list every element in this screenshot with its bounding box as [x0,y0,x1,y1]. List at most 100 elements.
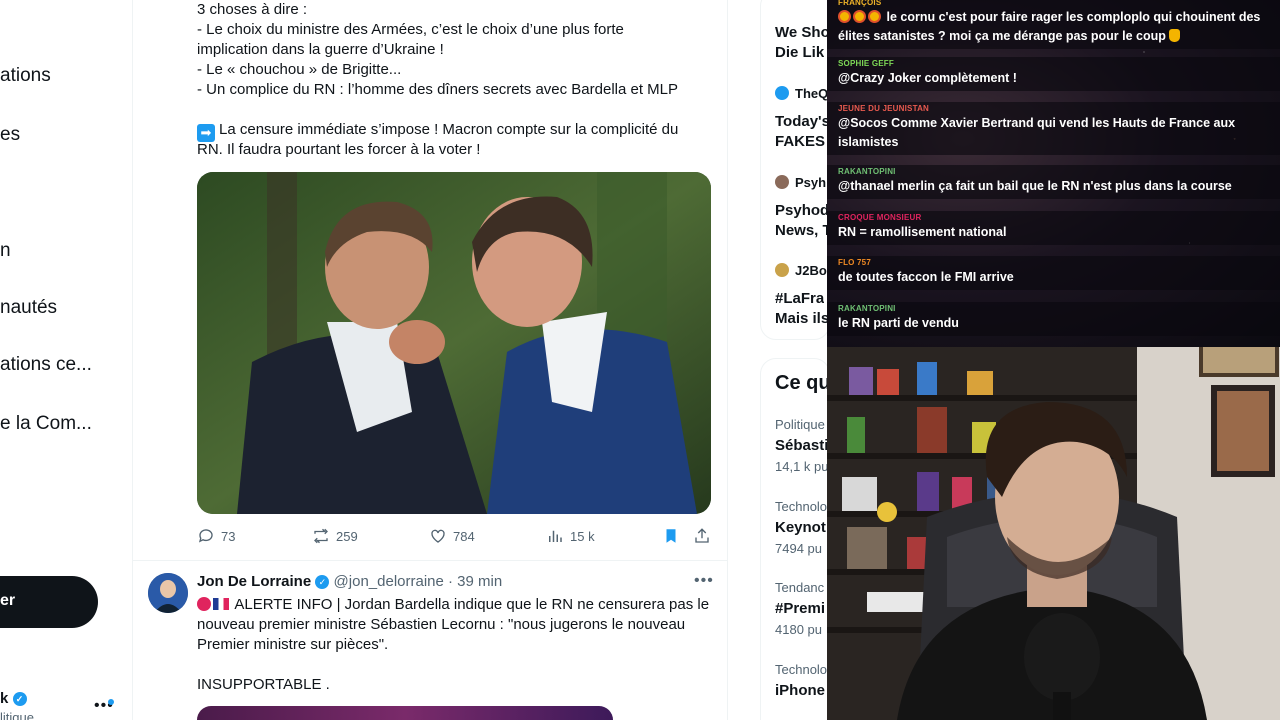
chat-text: @Socos Comme Xavier Bertrand qui vend le… [838,116,1236,130]
tweet-divider [133,560,727,561]
tweet-text-line: ➡ La censure immédiate s’impose ! Macron … [197,120,678,142]
nav-item-verified-orgs[interactable]: ations ce... [0,354,92,376]
sidebar-post-line[interactable]: Mais ils [775,310,829,327]
tweet-media[interactable] [197,706,613,720]
sidebar-post-line[interactable]: Psyhod [775,202,829,219]
photo-illustration [197,172,711,514]
nav-item-community-notes[interactable]: e la Com... [0,413,92,435]
post-button-label: er [0,592,16,609]
trends-title: Ce qu [775,372,831,394]
chat-username: FLO 757 [838,258,871,267]
chat-message: FLO 757 de toutes faccon le FMI arrive [827,256,1280,290]
repost-button[interactable]: 259 [312,527,358,545]
chat-text: le RN parti de vendu [838,316,959,330]
notification-dot [108,699,114,705]
nav-item-messages[interactable]: es [0,124,20,146]
sidebar-post-line[interactable]: News, T [775,222,832,239]
sidebar-author[interactable]: J2Bo [775,263,827,278]
webcam-feed [827,347,1280,720]
chat-message: RAKANTOPINI le RN parti de vendu [827,302,1280,336]
sidebar-post-line[interactable]: FAKES [775,133,825,150]
trend-title[interactable]: Sébasti [775,437,828,454]
like-count: 784 [453,528,475,544]
chat-text-span: élites satanistes ? moi ça me dérange pa… [838,29,1166,43]
chat-text: @thanael merlin ça fait un bail que le R… [838,179,1232,193]
bookmark-button[interactable] [662,527,680,545]
sidebar-post-line[interactable]: #LaFra [775,290,824,307]
author-name[interactable]: Jon De Lorraine [197,573,311,590]
like-button[interactable]: 784 [429,527,475,545]
share-button[interactable] [693,527,711,545]
red-circle-icon [197,597,211,611]
trend-category: Technolo [775,662,828,677]
tweet-text-line: - Le « chouchou » de Brigitte... [197,61,402,78]
chat-text: @Crazy Joker complètement ! [838,71,1017,85]
chat-username: FRANÇOIS [838,0,882,7]
tweet-header: Jon De Lorraine ✓ @jon_delorraine · 39 m… [197,573,502,590]
trend-count: 7494 pu [775,541,822,556]
sidebar-headline[interactable]: Die Lik [775,44,824,61]
chat-text: RN = ramollisement national [838,225,1007,239]
trend-title[interactable]: iPhone [775,682,825,699]
chat-username: RAKANTOPINI [838,167,896,176]
repost-count: 259 [336,528,358,544]
nav-item-grok[interactable]: n [0,240,11,262]
sidebar-headline[interactable]: We Sho [775,24,830,41]
author-name: TheQ [795,86,829,101]
avatar[interactable] [148,573,188,613]
avatar-image [148,573,188,613]
author-name: Psyh [795,175,827,190]
chat-message: SOPHIE GEFF @Crazy Joker complètement ! [827,57,1280,91]
column-divider [727,0,728,720]
nav-item-communities[interactable]: nautés [0,297,57,319]
chat-text: le cornu c'est pour faire rager les comp… [838,8,1268,27]
hand-emoji-icon [1169,29,1181,42]
views-button[interactable]: 15 k [546,527,595,545]
chat-message: CROQUE MONSIEUR RN = ramollisement natio… [827,211,1280,245]
chat-username: RAKANTOPINI [838,304,896,313]
heart-icon [431,529,445,543]
nav-item-notifications[interactable]: ations [0,65,51,87]
verified-badge-icon: ✓ [315,575,330,590]
more-icon[interactable]: ••• [694,572,714,590]
reply-icon [198,529,213,543]
tweet-text-line: nouveau premier ministre Sébastien Lecor… [197,616,686,633]
trend-category: Tendanc [775,580,825,595]
verified-badge-icon: ✓ [12,692,27,707]
tweet-text-span: ALERTE INFO | Jordan Bardella indique qu… [234,596,710,613]
webcam-illustration [827,347,1280,720]
tweet-time[interactable]: · 39 min [448,573,502,590]
trend-category: Politique [775,417,825,432]
author-handle[interactable]: @jon_delorraine [334,573,444,590]
trend-count: 14,1 k pu [775,459,829,474]
bookmark-icon [666,529,676,543]
column-divider [132,0,133,720]
chat-message: FRANÇOIS le cornu c'est pour faire rager… [827,0,1280,49]
france-flag-icon [213,598,229,610]
emoji-icon [838,10,851,23]
chat-text: élites satanistes ? moi ça me dérange pa… [838,27,1268,46]
tweet-actions: 73 259 784 15 k [197,527,711,547]
reply-button[interactable]: 73 [197,527,235,545]
chat-username: CROQUE MONSIEUR [838,213,922,222]
tweet-photo[interactable] [197,172,711,514]
chat-text-span: le cornu c'est pour faire rager les comp… [886,10,1261,24]
author-name: J2Bo [795,263,827,278]
post-button[interactable]: er [0,576,98,628]
share-icon [695,528,709,543]
tweet-text-line: - Le choix du ministre des Armées, c’est… [197,21,624,38]
trend-count: 4180 pu [775,622,822,637]
sidebar-author[interactable]: TheQ [775,86,828,101]
tweet-text-line: 3 choses à dire : [197,1,308,18]
sidebar-post-line[interactable]: Today's [775,113,830,130]
sidebar-author[interactable]: Psyh [775,175,826,190]
trend-title[interactable]: #Premi [775,600,825,617]
tweet-text-line: implication dans la guerre d’Ukraine ! [197,41,444,58]
tweet-text-line: RN. Il faudra pourtant les forcer à la v… [197,141,481,158]
trend-title[interactable]: Keynot [775,519,826,536]
chat-text: de toutes faccon le FMI arrive [838,270,1014,284]
emoji-icon [853,10,866,23]
analytics-icon [549,530,562,542]
reply-count: 73 [221,528,236,544]
account-name[interactable]: k ✓ [0,690,27,707]
